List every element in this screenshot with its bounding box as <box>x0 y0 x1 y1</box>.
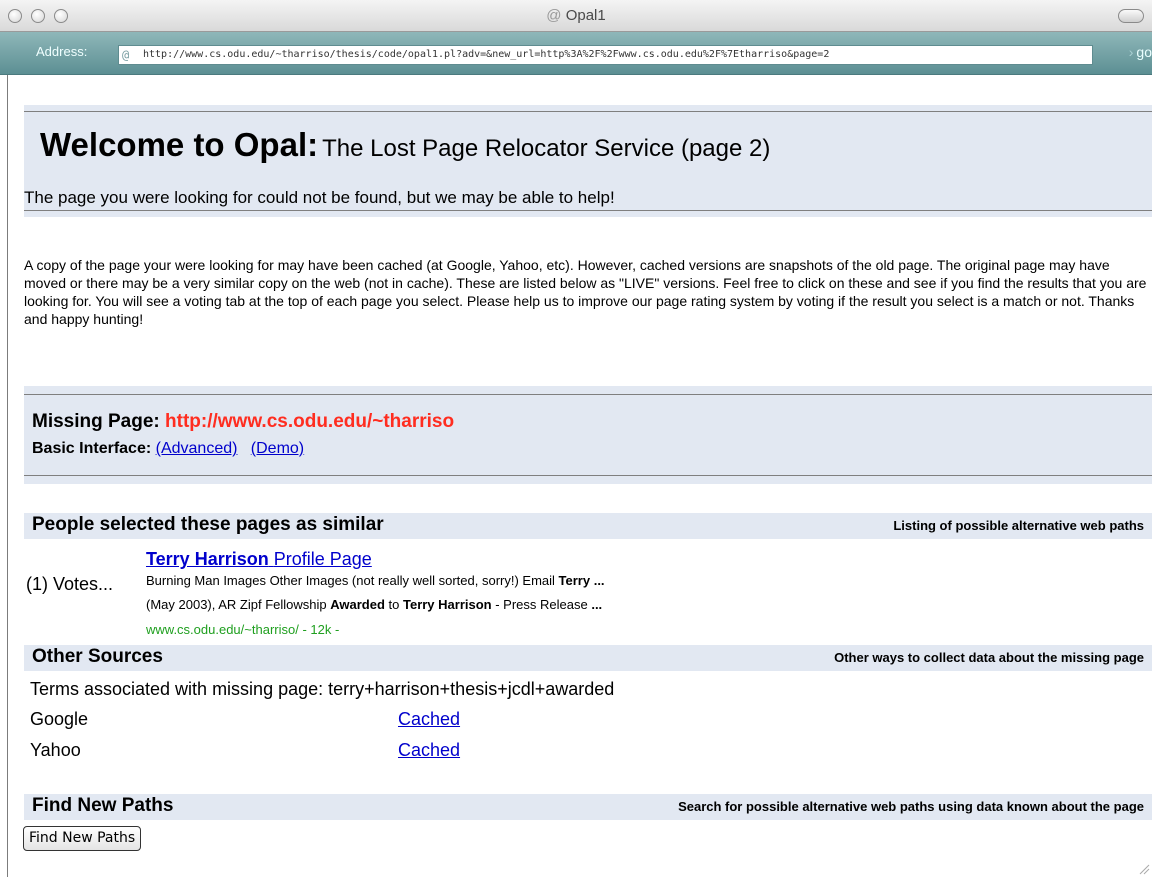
other-section-title: Other Sources <box>32 646 163 667</box>
other-section-note: Other ways to collect data about the mis… <box>834 650 1144 665</box>
find-new-paths-button[interactable]: Find New Paths <box>23 826 142 851</box>
page-title: Welcome to Opal: The Lost Page Relocator … <box>40 126 770 164</box>
intro-paragraph: A copy of the page your were looking for… <box>24 257 1147 327</box>
missing-page-heading: Missing Page: http://www.cs.odu.edu/~tha… <box>32 411 454 433</box>
result-snippet-1: Burning Man Images Other Images (not rea… <box>146 573 605 588</box>
result-snippet-2: (May 2003), AR Zipf Fellowship Awarded t… <box>146 597 602 612</box>
welcome-message: The page you were looking for could not … <box>24 188 615 207</box>
missing-page-url: http://www.cs.odu.edu/~tharriso <box>165 411 455 432</box>
result-url: www.cs.odu.edu/~tharriso/ - 12k - <box>146 622 340 637</box>
interface-label: Basic Interface: <box>32 440 152 457</box>
snippet-bold: ... <box>591 597 603 612</box>
toolbar-toggle-button[interactable] <box>1118 9 1144 23</box>
title-bar: @ Opal1 <box>0 0 1152 32</box>
welcome-subtitle: The Lost Page Relocator Service (page 2) <box>322 135 771 162</box>
window-title: @ Opal1 <box>0 0 1152 32</box>
go-arrow-icon: › <box>1128 44 1134 60</box>
site-icon: @ <box>122 48 130 62</box>
snippet-text: - Press Release <box>491 597 592 612</box>
missing-page-panel: Missing Page: http://www.cs.odu.edu/~tha… <box>24 386 1152 487</box>
snippet-text: (May 2003), AR Zipf Fellowship <box>146 597 331 612</box>
snippet-bold: Awarded <box>330 597 385 612</box>
source-name-google: Google <box>30 709 89 729</box>
welcome-title: Welcome to Opal: <box>40 126 319 163</box>
other-section-header: Other Sources Other ways to collect data… <box>24 645 1152 671</box>
find-section-title: Find New Paths <box>32 795 174 816</box>
window-title-text: Opal1 <box>565 7 606 24</box>
welcome-header: Welcome to Opal: The Lost Page Relocator … <box>24 105 1152 230</box>
list-item: (1) Votes... Terry Harrison Profile Page… <box>24 547 1152 639</box>
similar-section-header: People selected these pages as similar L… <box>24 513 1152 539</box>
google-cached-link[interactable]: Cached <box>398 709 460 730</box>
votes-count: (1) Votes... <box>26 574 114 594</box>
missing-page-label: Missing Page: <box>32 411 160 432</box>
welcome-bottom-band <box>24 211 1152 217</box>
similar-section-note: Listing of possible alternative web path… <box>893 518 1144 533</box>
similar-section-title: People selected these pages as similar <box>32 514 384 535</box>
resize-grip-icon[interactable] <box>1138 863 1150 875</box>
snippet-text: Burning Man Images Other Images (not rea… <box>146 573 559 588</box>
go-button[interactable]: › go <box>1129 44 1152 60</box>
missing-inner: Missing Page: http://www.cs.odu.edu/~tha… <box>24 394 1152 476</box>
find-section-header: Find New Paths Search for possible alter… <box>24 794 1152 820</box>
snippet-bold: Terry Harrison <box>402 597 492 612</box>
find-section-note: Search for possible alternative web path… <box>678 799 1144 814</box>
source-name-yahoo: Yahoo <box>30 740 81 760</box>
go-label: go <box>1136 44 1152 60</box>
interface-row: Basic Interface: (Advanced) (Demo) <box>32 440 304 458</box>
address-bar: Address: @ http://www.cs.odu.edu/~tharri… <box>0 32 1152 75</box>
welcome-panel: Welcome to Opal: The Lost Page Relocator … <box>24 111 1152 211</box>
snippet-bold: Terry ... <box>558 573 605 588</box>
snippet-text: to <box>384 597 403 612</box>
missing-bottom-band <box>24 476 1152 484</box>
terms-line: Terms associated with missing page: terr… <box>30 679 615 699</box>
address-url: http://www.cs.odu.edu/~tharriso/thesis/c… <box>143 49 830 60</box>
address-input[interactable]: @ http://www.cs.odu.edu/~tharriso/thesis… <box>118 45 1093 65</box>
page-content: Welcome to Opal: The Lost Page Relocator … <box>8 75 1152 877</box>
yahoo-cached-link[interactable]: Cached <box>398 740 460 761</box>
missing-top-band <box>24 386 1152 394</box>
at-icon: @ <box>546 7 566 24</box>
result-title-bold: Terry Harrison <box>146 549 269 569</box>
address-label: Address: <box>36 44 88 59</box>
result-title-link[interactable]: Terry Harrison Profile Page <box>146 549 372 570</box>
demo-link[interactable]: (Demo) <box>251 440 304 457</box>
result-title-rest: Profile Page <box>273 549 372 569</box>
advanced-link[interactable]: (Advanced) <box>156 440 238 457</box>
